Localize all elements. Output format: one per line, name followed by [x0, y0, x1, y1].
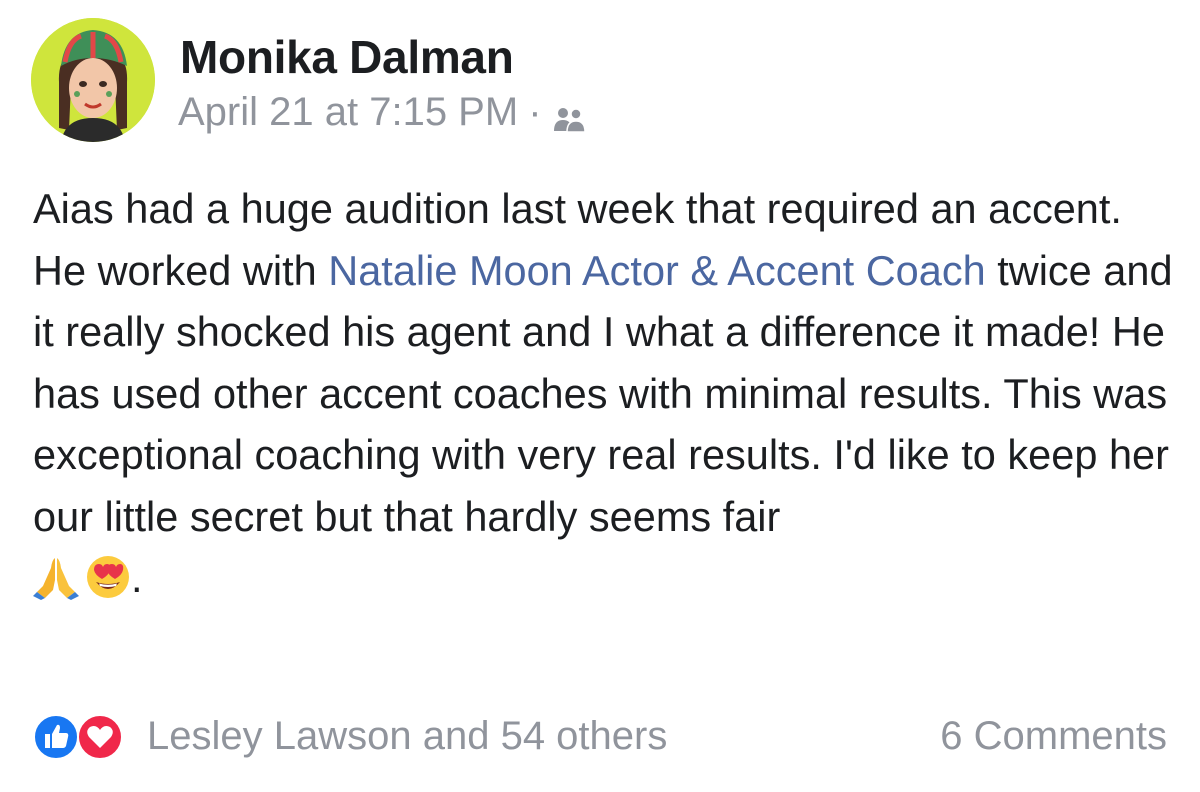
post-meta: April 21 at 7:15 PM ·: [178, 90, 588, 135]
heart-eyes-emoji: [85, 554, 131, 617]
mention-link[interactable]: Natalie Moon Actor & Accent Coach: [328, 247, 985, 294]
meta-separator: ·: [528, 90, 542, 134]
like-reaction-icon: [33, 714, 79, 765]
friends-icon[interactable]: [552, 100, 588, 133]
author-avatar[interactable]: [31, 18, 155, 142]
reactions-text[interactable]: Lesley Lawson and 54 others: [147, 714, 667, 759]
reaction-icons: [33, 711, 135, 761]
avatar-image: [31, 18, 155, 142]
facebook-post: Monika Dalman April 21 at 7:15 PM · Aias…: [0, 0, 1200, 792]
folded-hands-emoji: [33, 554, 79, 617]
post-text: Aias had a huge audition last week that …: [33, 178, 1183, 617]
author-name[interactable]: Monika Dalman: [180, 30, 514, 84]
love-reaction-icon: [77, 714, 123, 765]
reactions-summary[interactable]: Lesley Lawson and 54 others: [33, 711, 667, 761]
post-timestamp[interactable]: April 21 at 7:15 PM: [178, 90, 518, 135]
comments-count-link[interactable]: 6 Comments: [940, 711, 1167, 761]
post-footer: Lesley Lawson and 54 others 6 Comments: [33, 705, 1173, 767]
post-text-ending: .: [131, 554, 143, 601]
